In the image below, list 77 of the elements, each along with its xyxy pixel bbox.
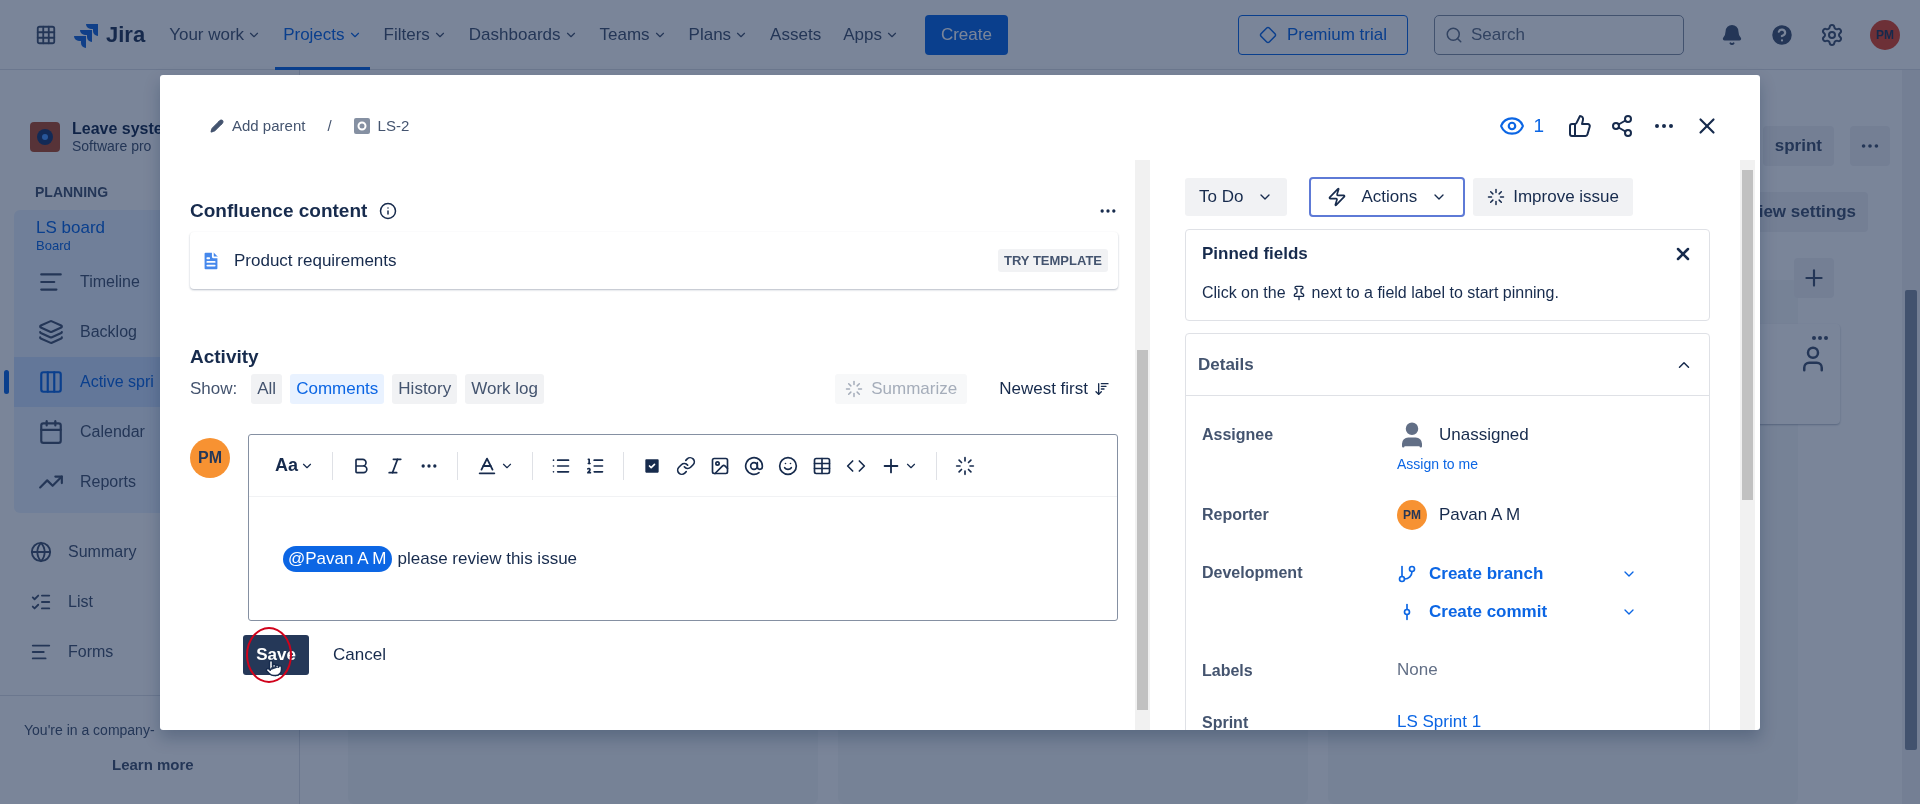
activity-tab[interactable]: Work log <box>465 374 544 404</box>
lightning-icon <box>1327 187 1348 207</box>
board-type: Board <box>35 238 72 253</box>
info-icon[interactable] <box>379 202 398 220</box>
premium-trial-button[interactable]: Premium trial <box>1237 14 1408 55</box>
more-icon <box>1812 336 1828 340</box>
card-title: Pinned fields <box>1202 244 1308 264</box>
globe-icon <box>30 541 52 563</box>
layers-icon <box>38 319 64 345</box>
activity-tab[interactable]: History <box>392 374 458 404</box>
sort-button[interactable]: Newest first <box>991 374 1118 404</box>
section-title: Confluence content <box>190 200 368 222</box>
field-label: Labels <box>1202 661 1254 680</box>
activity-tab[interactable]: All <box>251 374 283 404</box>
jira-logo[interactable]: Jira <box>74 21 146 48</box>
nav-menu-item[interactable]: Apps <box>835 0 907 70</box>
user-avatar: PM <box>190 438 230 478</box>
issue-key-link[interactable]: LS-2 <box>353 117 410 134</box>
learn-more-link[interactable]: Learn more <box>24 756 299 773</box>
section-heading: PLANNING <box>34 183 110 202</box>
sparkle-icon <box>1487 188 1506 206</box>
add-parent-link[interactable]: Add parent <box>210 117 306 134</box>
share-icon[interactable] <box>1610 113 1634 138</box>
pointer-icon <box>265 659 283 677</box>
add-column-icon[interactable] <box>1794 258 1834 298</box>
project-name: Leave syste <box>72 120 163 138</box>
user-avatar: PM <box>1397 500 1427 530</box>
complete-sprint-button[interactable]: sprint <box>1762 126 1834 166</box>
field-label: Reporter <box>1202 505 1270 525</box>
hint-text: next to a field label to start pinning. <box>1311 284 1559 302</box>
mention-chip[interactable]: @Pavan A M <box>283 545 392 572</box>
sparkle-icon <box>845 380 864 398</box>
nav-menu-item[interactable]: Assets <box>762 0 830 70</box>
nav-menu-item[interactable]: Filters <box>375 0 455 70</box>
project-icon <box>30 122 60 152</box>
sprint-link[interactable]: LS Sprint 1 <box>1397 708 1693 730</box>
breadcrumb-separator: / <box>327 117 332 134</box>
nav-menu-item[interactable]: Your work <box>161 0 270 70</box>
field-value: None <box>1397 659 1439 680</box>
field-label: Assignee <box>1202 425 1275 445</box>
nav-menu-item[interactable]: Projects <box>275 0 370 70</box>
hint-text: Click on the <box>1202 284 1286 302</box>
assign-to-me-link[interactable]: Assign to me <box>1397 456 1693 472</box>
branch-icon <box>1397 564 1417 584</box>
actions-button[interactable]: Actions <box>1309 177 1466 217</box>
cancel-button[interactable]: Cancel <box>323 635 396 675</box>
sort-icon <box>1094 381 1110 397</box>
create-commit-button[interactable]: Create commit <box>1397 596 1637 628</box>
thumbs-up-icon[interactable] <box>1568 113 1592 138</box>
comment-editor[interactable]: Aa @Pavan A M please review this issue <box>248 434 1118 621</box>
text-style-button[interactable]: Aa <box>273 453 316 478</box>
status-button[interactable]: To Do <box>1185 178 1288 216</box>
nav-menu-item[interactable]: Dashboards <box>460 0 586 70</box>
show-label: Show: <box>190 379 238 399</box>
try-template-button[interactable]: TRY TEMPLATE <box>998 249 1108 272</box>
watchers-button[interactable]: 1 <box>1493 111 1550 140</box>
comment-text: please review this issue <box>397 548 578 569</box>
activity-tab[interactable]: Comments <box>290 374 385 404</box>
search-icon <box>1445 25 1463 44</box>
footer-text: You're in a company- <box>24 722 156 738</box>
create-button[interactable]: Create <box>924 14 1008 55</box>
page-title[interactable]: Product requirements <box>234 250 397 271</box>
create-branch-button[interactable]: Create branch <box>1397 558 1637 590</box>
nav-menu-item[interactable]: Teams <box>591 0 675 70</box>
issue-type-icon <box>353 117 370 134</box>
improve-issue-button[interactable]: Improve issue <box>1473 178 1633 216</box>
card-title: Details <box>1198 354 1254 375</box>
project-type: Software pro <box>72 138 153 154</box>
columns-icon <box>38 369 64 395</box>
field-label: Development <box>1202 563 1304 583</box>
pencil-icon <box>210 118 224 133</box>
nav-menu-item[interactable]: Plans <box>680 0 757 70</box>
search-field[interactable]: Search <box>1434 14 1684 55</box>
field-value: Unassigned <box>1439 425 1529 445</box>
diamond-icon <box>1258 25 1277 44</box>
calendar-icon <box>38 419 64 445</box>
field-value: Pavan A M <box>1439 505 1521 525</box>
